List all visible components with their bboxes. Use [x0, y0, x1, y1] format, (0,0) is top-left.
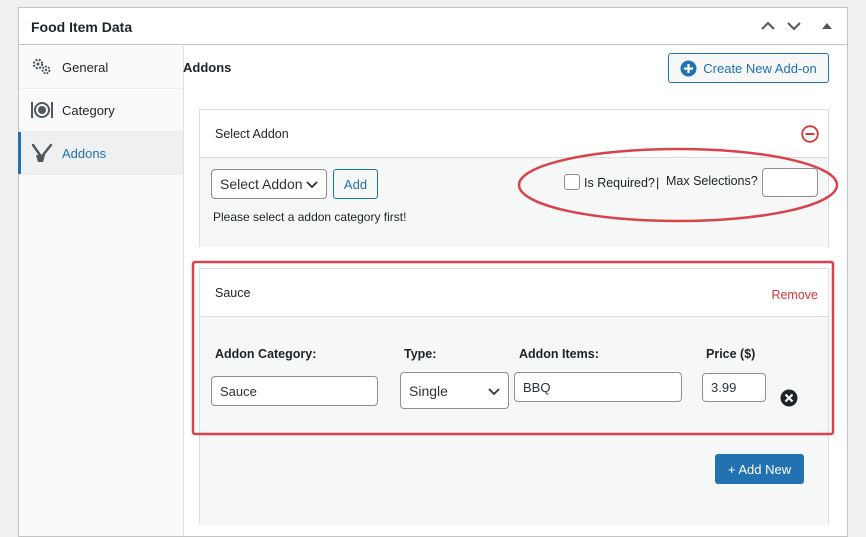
- field-separator: |: [656, 176, 660, 190]
- sauce-addon-panel-header: Sauce Remove: [200, 269, 828, 317]
- sauce-addon-panel: Sauce Remove Addon Category: Type: Addon…: [199, 268, 829, 525]
- select-addon-panel: Select Addon Select Addon Add Is Require…: [199, 109, 829, 247]
- chevron-down-icon: [306, 176, 318, 192]
- delete-row-icon[interactable]: [780, 389, 798, 407]
- sauce-addon-title: Sauce: [215, 286, 251, 300]
- data-tabs-sidebar: General Category Addons: [18, 46, 184, 536]
- tab-addons-label: Addons: [62, 145, 107, 161]
- add-new-item-button[interactable]: + Add New: [715, 454, 804, 484]
- select-addon-value: Select Addon: [220, 176, 303, 192]
- max-selections-input[interactable]: [762, 168, 818, 197]
- select-addon-dropdown[interactable]: Select Addon: [211, 169, 327, 199]
- tab-category-label: Category: [62, 102, 115, 118]
- dinner-plate-icon: [31, 100, 53, 120]
- metabox-title: Food Item Data: [31, 19, 133, 35]
- max-selections-label: Max Selections?: [666, 174, 758, 188]
- price-label: Price ($): [706, 347, 756, 361]
- select-addon-panel-header: Select Addon: [200, 110, 828, 158]
- sauce-addon-panel-body: Addon Category: Type: Addon Items: Price…: [200, 317, 828, 525]
- add-addon-button[interactable]: Add: [333, 169, 378, 199]
- select-addon-panel-body: Select Addon Add Is Required? | Max Sele…: [200, 158, 828, 247]
- addon-items-input[interactable]: BBQ: [514, 372, 682, 402]
- gears-icon: [31, 57, 53, 77]
- price-input[interactable]: 3.99: [702, 373, 766, 402]
- type-label: Type:: [404, 347, 437, 361]
- tab-addons[interactable]: Addons: [18, 132, 183, 175]
- chevron-down-icon: [488, 383, 500, 399]
- create-new-addon-label: Create New Add-on: [703, 60, 817, 76]
- select-category-hint: Please select a addon category first!: [213, 210, 407, 224]
- addon-tools-icon: [31, 143, 53, 163]
- type-select[interactable]: Single: [400, 372, 509, 409]
- tab-general[interactable]: General: [19, 46, 183, 89]
- addons-heading: Addons: [183, 60, 232, 75]
- addon-items-label: Addon Items:: [519, 347, 599, 361]
- create-new-addon-button[interactable]: Create New Add-on: [668, 53, 829, 83]
- addon-category-input[interactable]: Sauce: [211, 376, 378, 406]
- plus-circle-icon: [680, 60, 697, 77]
- chevron-up-icon[interactable]: [757, 15, 779, 37]
- chevron-down-icon[interactable]: [783, 15, 805, 37]
- remove-addon-link[interactable]: Remove: [771, 288, 818, 302]
- tab-category[interactable]: Category: [19, 89, 183, 132]
- is-required-checkbox[interactable]: [564, 174, 580, 190]
- type-select-value: Single: [409, 382, 448, 399]
- is-required-label: Is Required?: [584, 176, 655, 190]
- select-addon-panel-title: Select Addon: [215, 127, 289, 141]
- metabox-header: Food Item Data: [19, 8, 847, 45]
- addon-category-label: Addon Category:: [215, 347, 317, 361]
- tab-general-label: General: [62, 59, 109, 75]
- triangle-up-icon[interactable]: [816, 15, 838, 37]
- remove-circle-icon[interactable]: [801, 125, 819, 143]
